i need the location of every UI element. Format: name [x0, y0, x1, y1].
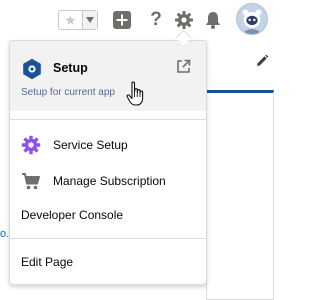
external-link-icon[interactable] — [176, 59, 191, 74]
setup-menu: Setup Setup for current app Service Setu… — [9, 40, 207, 285]
favorites-button-group: ★ — [58, 10, 98, 30]
setup-gear-icon — [21, 58, 43, 80]
background-link-fragment[interactable]: o. — [0, 228, 9, 240]
user-avatar[interactable] — [236, 3, 268, 35]
global-header: ★ ? — [0, 0, 284, 46]
service-setup-menu-item[interactable]: Service Setup — [10, 131, 206, 159]
cart-icon — [21, 171, 41, 191]
setup-title: Setup — [53, 61, 88, 75]
background-card — [206, 90, 274, 300]
edit-pencil-icon[interactable] — [255, 54, 269, 68]
service-setup-gear-icon — [21, 135, 41, 155]
developer-console-label: Developer Console — [21, 208, 124, 222]
edit-page-menu-item[interactable]: Edit Page — [10, 248, 206, 276]
setup-menu-item[interactable]: Setup Setup for current app — [10, 41, 206, 111]
notifications-bell-icon[interactable] — [203, 10, 223, 30]
favorites-menu-chevron-down-icon[interactable] — [81, 11, 97, 29]
favorites-star-icon[interactable]: ★ — [59, 11, 82, 29]
help-question-icon[interactable]: ? — [146, 10, 166, 30]
global-actions-plus-icon[interactable] — [112, 10, 132, 30]
service-setup-label: Service Setup — [53, 138, 128, 152]
setup-gear-icon[interactable] — [174, 10, 194, 30]
developer-console-menu-item[interactable]: Developer Console — [10, 201, 206, 229]
setup-subtitle: Setup for current app — [21, 87, 115, 98]
edit-page-label: Edit Page — [21, 255, 74, 269]
manage-subscription-label: Manage Subscription — [53, 174, 166, 188]
menu-divider — [10, 119, 206, 120]
manage-subscription-menu-item[interactable]: Manage Subscription — [10, 167, 206, 195]
menu-divider — [10, 238, 206, 239]
hand-cursor-icon — [126, 81, 146, 107]
